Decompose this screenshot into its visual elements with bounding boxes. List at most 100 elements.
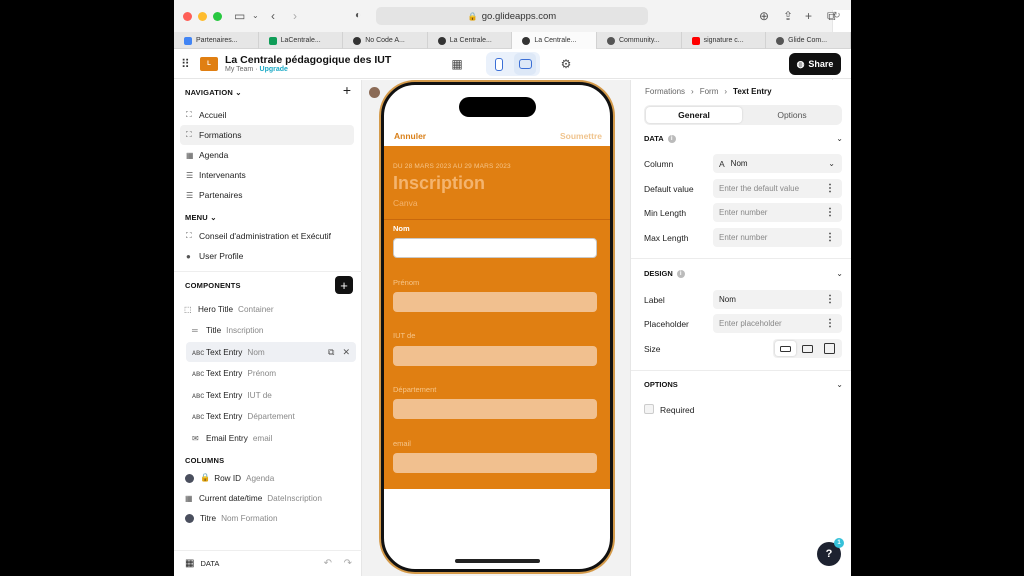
- required-label: Required: [660, 405, 695, 415]
- chevron-down-icon[interactable]: ⌄: [836, 134, 843, 143]
- placeholder-text: Enter the default value: [719, 184, 800, 193]
- browser-tab[interactable]: signature c...: [682, 32, 767, 49]
- phone-view-button[interactable]: [488, 53, 510, 75]
- upgrade-link[interactable]: Upgrade: [260, 66, 288, 73]
- min-length-input[interactable]: Enter number ⋮: [713, 203, 842, 222]
- sidebar-toggle-icon[interactable]: ▭: [234, 9, 245, 23]
- team-line: My Team · Upgrade: [225, 66, 288, 73]
- required-checkbox[interactable]: [644, 404, 654, 414]
- column-current-date[interactable]: ▦ Current date/time DateInscription: [185, 488, 355, 508]
- menu-item-conseil[interactable]: ⛶ Conseil d'administration et Exécutif: [180, 226, 354, 246]
- chevron-down-icon[interactable]: ⌄: [836, 269, 843, 278]
- breadcrumb-item[interactable]: Form: [700, 87, 719, 96]
- field-input-departement[interactable]: [393, 399, 597, 419]
- add-tab-icon[interactable]: +: [343, 82, 351, 98]
- address-bar[interactable]: 🔒 go.glideapps.com ↻: [376, 7, 851, 506]
- list-icon: ☰: [186, 190, 194, 200]
- more-icon[interactable]: ⋮: [825, 318, 835, 329]
- component-email-entry[interactable]: ✉ Email Entry email: [192, 428, 356, 448]
- default-value-input[interactable]: Enter the default value ⋮: [713, 179, 842, 198]
- column-titre[interactable]: Titre Nom Formation: [185, 508, 355, 528]
- more-icon[interactable]: ⋮: [825, 232, 835, 243]
- duplicate-icon[interactable]: ⧉: [328, 347, 334, 358]
- column-select[interactable]: A Nom ⌄: [713, 154, 842, 173]
- more-icon[interactable]: ⋮: [825, 294, 835, 305]
- data-editor-button[interactable]: ▦: [446, 53, 468, 75]
- minimize-window-button[interactable]: [198, 11, 207, 21]
- tab-general[interactable]: General: [646, 107, 742, 123]
- tablet-view-button[interactable]: [514, 53, 536, 75]
- tab-options[interactable]: Options: [744, 107, 840, 123]
- nav-item-formations[interactable]: ⛶ Formations: [180, 125, 354, 145]
- placeholder-input[interactable]: Enter placeholder ⋮: [713, 314, 842, 333]
- back-icon[interactable]: ‹: [271, 9, 275, 23]
- browser-tab[interactable]: LaCentrale...: [259, 32, 344, 49]
- field-input-email[interactable]: [393, 453, 597, 473]
- settings-button[interactable]: ⚙: [555, 53, 577, 75]
- chevron-down-icon[interactable]: ⌄: [252, 9, 259, 23]
- share-icon[interactable]: ⇪: [783, 9, 793, 23]
- download-icon[interactable]: ⊕: [759, 9, 769, 23]
- data-footer[interactable]: ▦ DATA ↶ ↷: [174, 550, 362, 576]
- form-submit-button[interactable]: Soumettre: [560, 131, 602, 141]
- breadcrumb-item[interactable]: Formations: [645, 87, 685, 96]
- menu-header[interactable]: MENU ⌄: [185, 213, 217, 222]
- url-text: go.glideapps.com: [481, 10, 557, 22]
- field-label-prenom: Prénom: [393, 278, 420, 287]
- size-medium-button[interactable]: [797, 341, 818, 356]
- component-text-entry-departement[interactable]: ᴀʙᴄ Text Entry Département: [192, 406, 356, 426]
- field-input-nom[interactable]: [393, 238, 597, 258]
- label-input[interactable]: Nom ⋮: [713, 290, 842, 309]
- browser-tab[interactable]: Glide Com...: [766, 32, 851, 49]
- info-icon[interactable]: i: [676, 269, 685, 278]
- info-icon[interactable]: i: [667, 134, 676, 143]
- component-title[interactable]: ═ Title Inscription: [192, 320, 356, 340]
- apps-grid-icon[interactable]: ⠿: [181, 57, 190, 71]
- more-icon[interactable]: ⋮: [825, 183, 835, 194]
- size-large-button[interactable]: [819, 341, 840, 356]
- browser-tab[interactable]: Community...: [597, 32, 682, 49]
- zoom-window-button[interactable]: [213, 11, 222, 21]
- app-header: ⠿ L La Centrale pédagogique des IUT My T…: [174, 49, 851, 79]
- share-button[interactable]: ◍ Share: [789, 53, 841, 75]
- close-window-button[interactable]: [183, 11, 192, 21]
- new-tab-icon[interactable]: +: [805, 9, 812, 23]
- component-name: Text Entry: [206, 368, 243, 378]
- forward-icon[interactable]: ›: [293, 9, 297, 23]
- browser-tab[interactable]: La Centrale...: [428, 32, 513, 49]
- calendar-icon: ▦: [185, 493, 193, 503]
- tab-overview-icon[interactable]: ⧉: [827, 9, 836, 23]
- browser-tab[interactable]: No Code A...: [343, 32, 428, 49]
- form-cancel-button[interactable]: Annuler: [394, 131, 426, 141]
- menu-item-user-profile[interactable]: ● User Profile: [180, 246, 354, 266]
- nav-item-accueil[interactable]: ⛶ Accueil: [180, 105, 354, 125]
- component-hero-title[interactable]: ⬚ Hero Title Container: [184, 299, 354, 319]
- help-button[interactable]: ? 1: [817, 538, 844, 566]
- size-small-button[interactable]: [775, 341, 797, 356]
- sheets-icon: [268, 36, 277, 45]
- component-text-entry-iut[interactable]: ᴀʙᴄ Text Entry IUT de: [192, 385, 356, 405]
- shield-icon[interactable]: ◐: [355, 9, 361, 23]
- max-length-input[interactable]: Enter number ⋮: [713, 228, 842, 247]
- column-row-id[interactable]: 🔒 Row ID Agenda: [185, 468, 355, 488]
- chevron-down-icon: ⌄: [210, 213, 217, 222]
- component-text-entry-nom[interactable]: ᴀʙᴄ Text Entry Nom ⧉ ✕: [186, 342, 356, 362]
- redo-icon[interactable]: ↷: [344, 558, 352, 569]
- navigation-header[interactable]: NAVIGATION ⌄: [185, 88, 242, 97]
- text-entry-icon: ᴀʙᴄ: [192, 390, 205, 400]
- add-component-button[interactable]: +: [335, 276, 353, 294]
- nav-item-agenda[interactable]: ▦ Agenda: [180, 145, 354, 165]
- close-icon[interactable]: ✕: [342, 347, 350, 358]
- more-icon[interactable]: ⋮: [825, 207, 835, 218]
- notification-badge: 1: [834, 538, 844, 548]
- chevron-down-icon[interactable]: ⌄: [836, 380, 843, 389]
- browser-tab[interactable]: Partenaires...: [174, 32, 259, 49]
- field-input-iut[interactable]: [393, 346, 597, 366]
- undo-icon[interactable]: ↶: [324, 558, 332, 569]
- component-text-entry-prenom[interactable]: ᴀʙᴄ Text Entry Prénom: [192, 363, 356, 383]
- chevron-down-icon: ⌄: [828, 159, 835, 168]
- nav-item-intervenants[interactable]: ☰ Intervenants: [180, 165, 354, 185]
- field-input-prenom[interactable]: [393, 292, 597, 312]
- nav-item-partenaires[interactable]: ☰ Partenaires: [180, 185, 354, 205]
- browser-tab-active[interactable]: La Centrale...: [512, 32, 597, 49]
